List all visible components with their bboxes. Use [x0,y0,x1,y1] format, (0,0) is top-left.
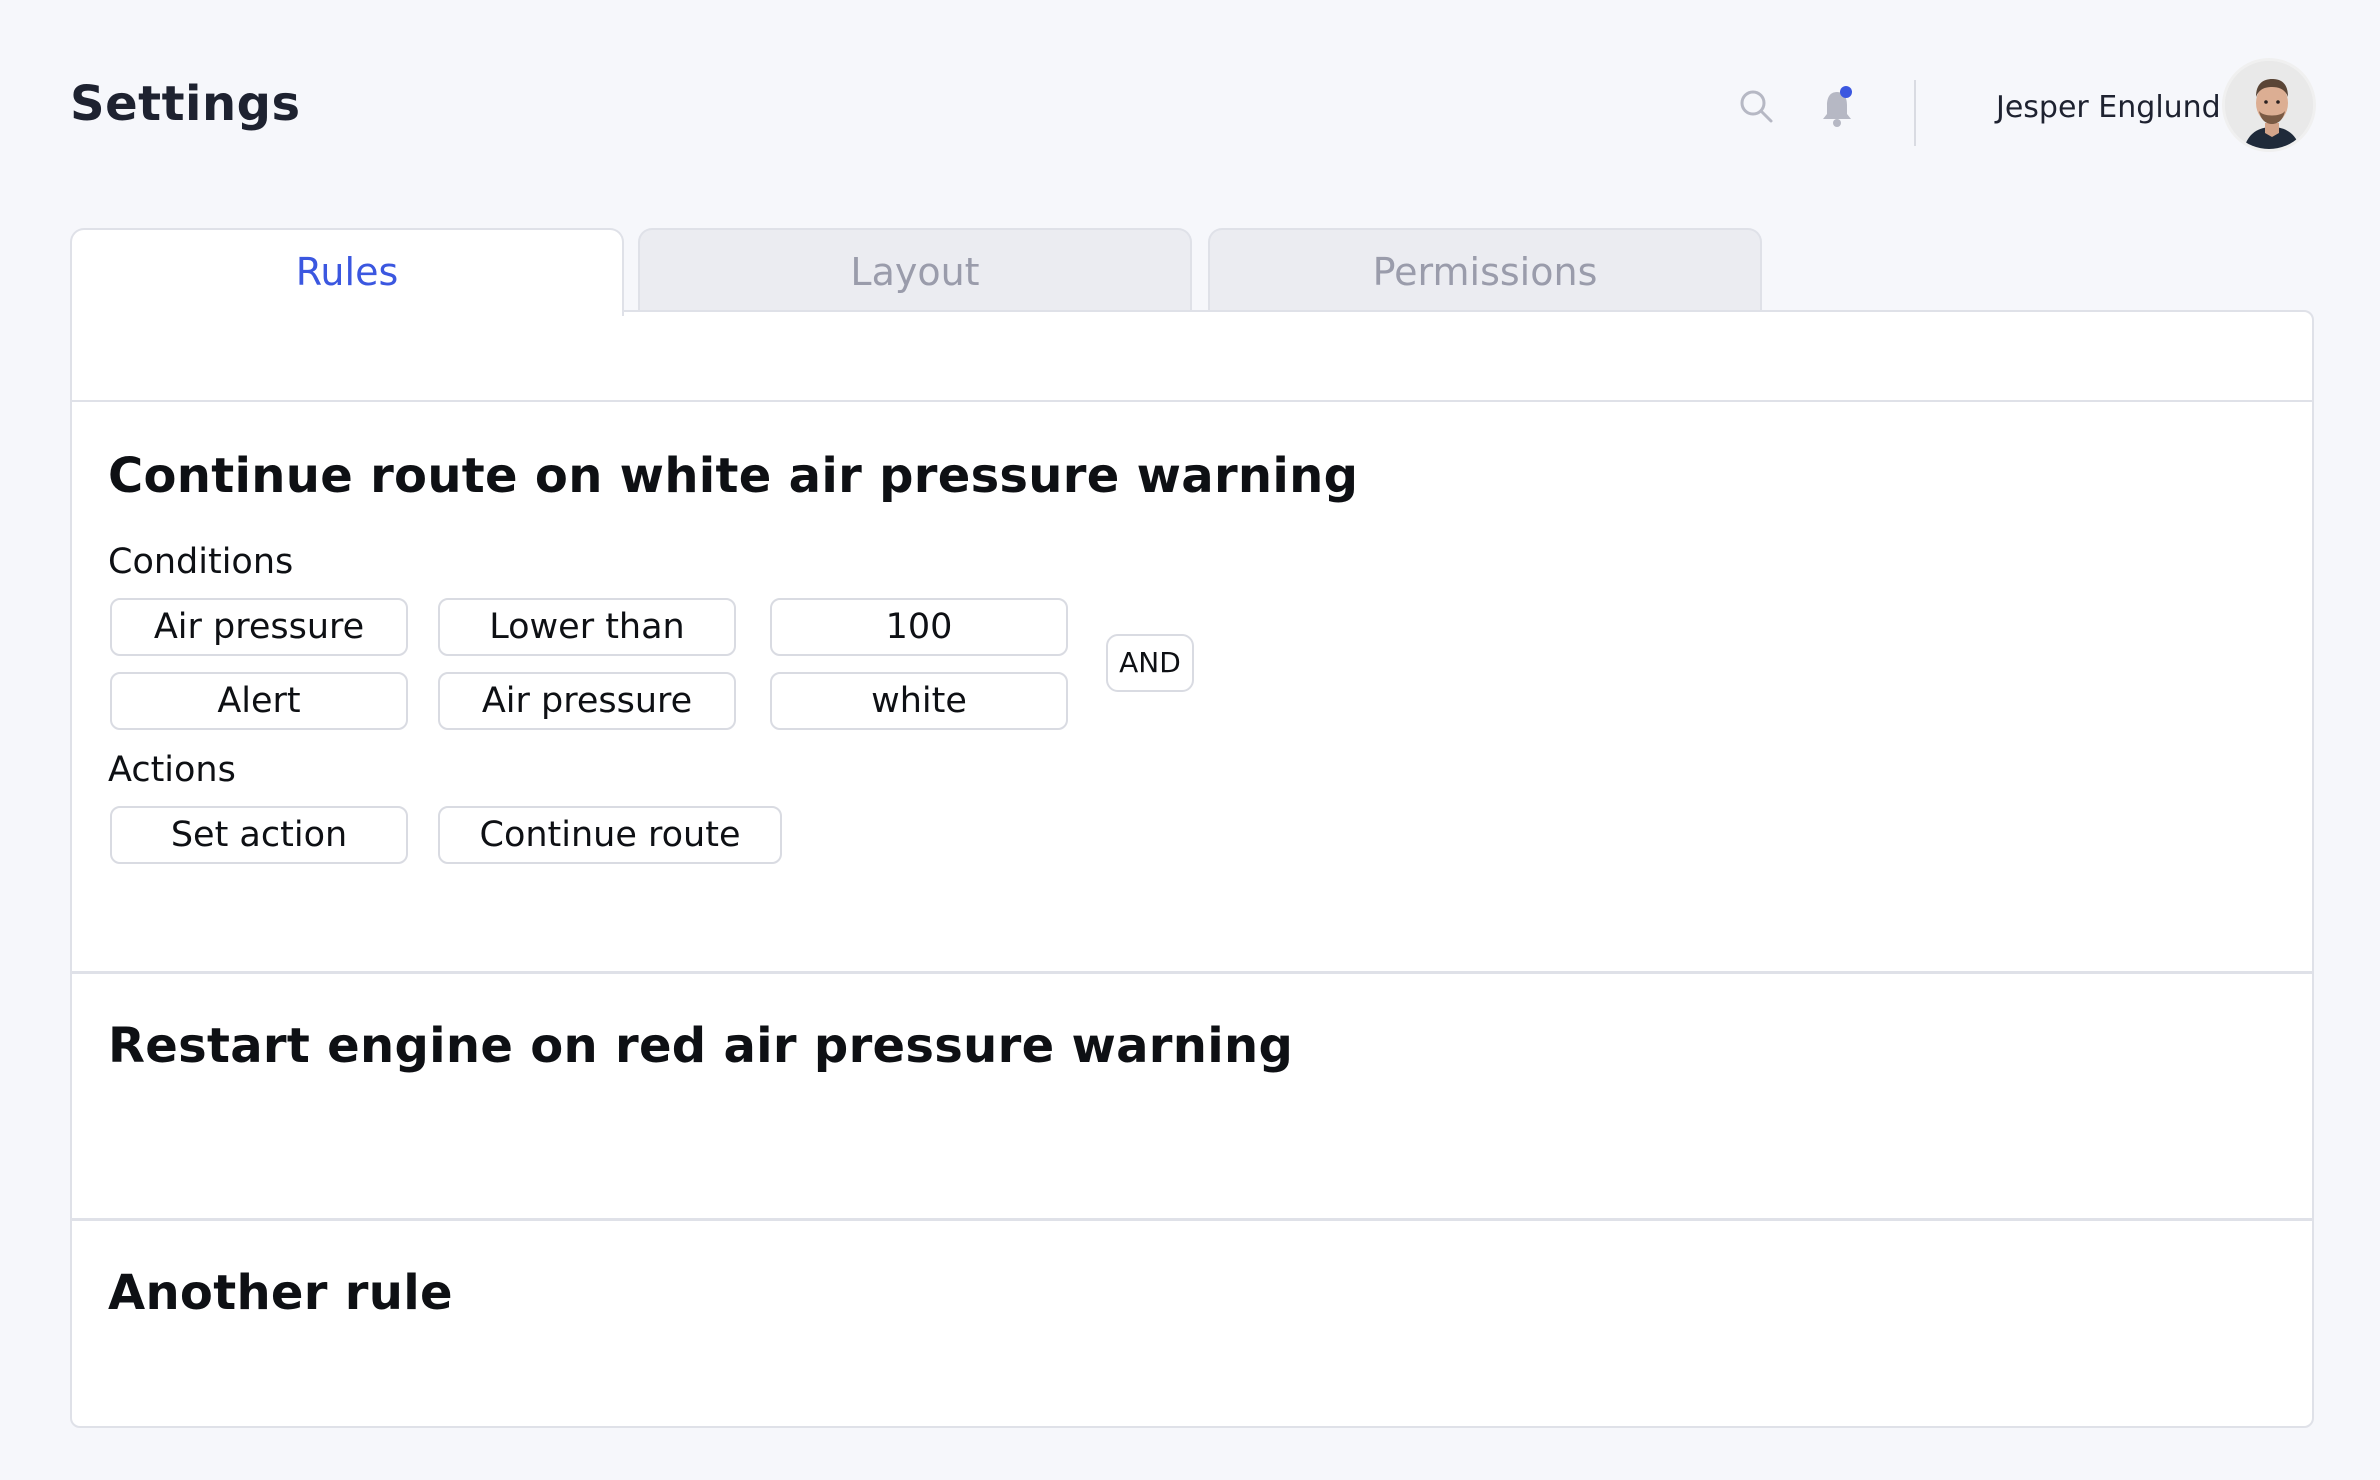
rule-card[interactable]: Restart engine on red air pressure warni… [72,974,2312,1221]
panel-header-space [72,312,2312,402]
avatar-image [2225,61,2313,149]
tab-permissions[interactable]: Permissions [1208,228,1762,312]
avatar[interactable] [2222,58,2316,152]
bell-icon[interactable] [1818,84,1856,128]
action-chip[interactable]: Continue route [438,806,782,864]
action-chip[interactable]: Set action [110,806,408,864]
user-name[interactable]: Jesper Englund [1996,90,2221,125]
condition-operator-chip[interactable]: Air pressure [438,672,736,730]
rule-card[interactable]: Another rule [72,1221,2312,1426]
condition-operator-chip[interactable]: Lower than [438,598,736,656]
search-icon[interactable] [1738,88,1774,124]
tab-rules[interactable]: Rules [70,228,624,316]
conditions-label: Conditions [108,542,294,582]
tab-layout[interactable]: Layout [638,228,1192,312]
condition-field-chip[interactable]: Alert [110,672,408,730]
condition-value-chip[interactable]: white [770,672,1068,730]
rule-title: Restart engine on red air pressure warni… [108,1018,1294,1074]
notification-dot [1840,86,1852,98]
condition-value-chip[interactable]: 100 [770,598,1068,656]
rule-card[interactable]: Continue route on white air pressure war… [72,402,2312,974]
rule-title: Continue route on white air pressure war… [108,448,1359,504]
condition-field-chip[interactable]: Air pressure [110,598,408,656]
rule-title: Another rule [108,1265,453,1321]
actions-label: Actions [108,750,236,790]
header-divider [1914,80,1916,146]
and-operator-button[interactable]: AND [1106,634,1194,692]
rules-panel: Continue route on white air pressure war… [70,310,2314,1428]
page-title: Settings [70,76,301,132]
